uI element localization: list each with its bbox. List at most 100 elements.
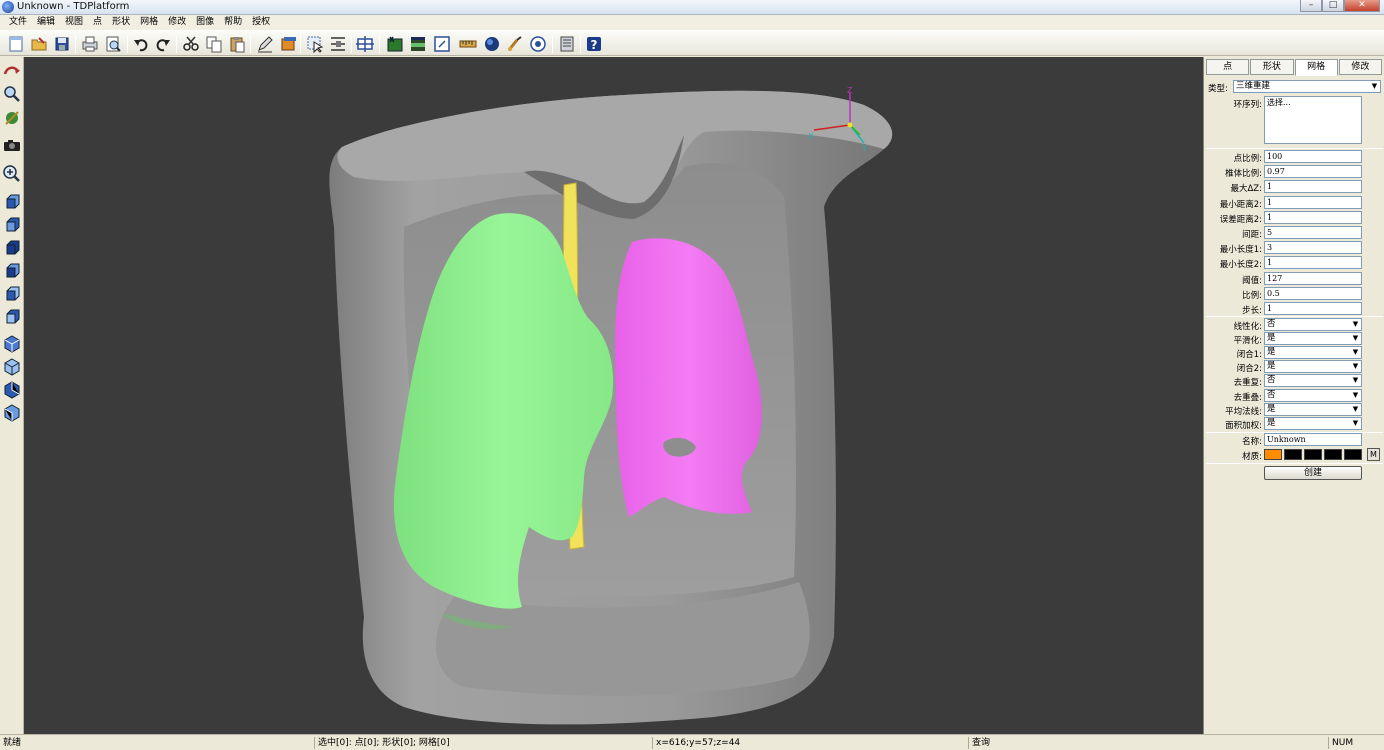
param-label: 最小长度2:	[1219, 260, 1262, 271]
minimize-button[interactable]: –	[1300, 0, 1322, 12]
save-icon[interactable]	[52, 34, 72, 54]
menu-mesh[interactable]: 网格	[135, 15, 163, 30]
param-input[interactable]: 0.97	[1264, 165, 1362, 179]
option-select[interactable]: 否 ▼	[1264, 318, 1362, 331]
param-input[interactable]: 1	[1264, 302, 1362, 315]
menu-modify[interactable]: 修改	[163, 15, 191, 30]
image-icon[interactable]	[385, 34, 405, 54]
tab-point[interactable]: 点	[1206, 59, 1250, 75]
cut-icon[interactable]	[181, 34, 201, 54]
title-bar: Unknown - TDPlatform – □ ✕	[0, 0, 1384, 15]
print-icon[interactable]	[80, 34, 100, 54]
fit-view-icon[interactable]	[355, 34, 375, 54]
help-icon[interactable]: ?	[584, 34, 604, 54]
menu-license[interactable]: 授权	[247, 15, 275, 30]
view-top-icon[interactable]	[2, 284, 22, 304]
material-swatch[interactable]	[1324, 449, 1342, 460]
option-select[interactable]: 是 ▼	[1264, 402, 1362, 416]
param-input[interactable]: 1	[1264, 195, 1362, 209]
pan-icon[interactable]	[2, 108, 22, 128]
iso-view-2-icon[interactable]	[2, 357, 22, 377]
camera-icon[interactable]	[2, 135, 22, 155]
sequence-label: 环序列:	[1233, 100, 1262, 110]
param-input[interactable]: 0.5	[1264, 286, 1362, 300]
menu-shape[interactable]: 形状	[107, 15, 135, 30]
material-picker-button[interactable]: M	[1367, 448, 1380, 461]
open-file-icon[interactable]	[29, 34, 49, 54]
zoom-icon[interactable]	[2, 84, 22, 104]
menu-image[interactable]: 图像	[191, 15, 219, 30]
redo-icon[interactable]	[153, 34, 173, 54]
iso-view-3-icon[interactable]	[2, 380, 22, 400]
material-swatch[interactable]	[1344, 449, 1362, 460]
param-input[interactable]: 100	[1264, 150, 1362, 163]
view-front-icon[interactable]	[2, 192, 22, 212]
copy-icon[interactable]	[204, 34, 224, 54]
sphere-icon[interactable]	[482, 34, 502, 54]
option-select[interactable]: 是 ▼	[1264, 332, 1362, 346]
maximize-button[interactable]: □	[1322, 0, 1344, 12]
frame-icon[interactable]	[432, 34, 452, 54]
param-input[interactable]: 3	[1264, 241, 1362, 255]
undo-icon[interactable]	[131, 34, 151, 54]
material-swatch[interactable]	[1284, 449, 1302, 460]
layers-icon[interactable]	[278, 34, 298, 54]
name-label: 名称:	[1242, 437, 1262, 447]
param-input[interactable]: 1	[1264, 210, 1362, 224]
grid-icon[interactable]	[408, 34, 428, 54]
option-select[interactable]: 否 ▼	[1264, 388, 1362, 402]
tab-modify[interactable]: 修改	[1338, 59, 1382, 75]
iso-view-1-icon[interactable]	[2, 334, 22, 354]
select-icon[interactable]	[305, 34, 325, 54]
option-select[interactable]: 是 ▼	[1264, 360, 1362, 374]
view-back-icon[interactable]	[2, 215, 22, 235]
view-bottom-icon[interactable]	[2, 307, 22, 327]
material-swatch[interactable]	[1264, 449, 1282, 460]
ruler-icon[interactable]	[458, 34, 478, 54]
magnify-icon[interactable]	[2, 164, 22, 184]
name-input[interactable]: Unknown	[1264, 433, 1362, 446]
chevron-down-icon: ▼	[1350, 333, 1361, 345]
axis-x-label: X	[808, 132, 814, 141]
close-button[interactable]: ✕	[1344, 0, 1380, 12]
tab-mesh[interactable]: 网格	[1294, 59, 1338, 76]
param-label: 步长:	[1242, 306, 1262, 316]
view-right-icon[interactable]	[2, 261, 22, 281]
pencil-icon[interactable]	[255, 34, 275, 54]
view-left-icon[interactable]	[2, 238, 22, 258]
material-swatch[interactable]	[1304, 449, 1322, 460]
option-row: 闭合1: 是 ▼	[1204, 346, 1384, 360]
print-preview-icon[interactable]	[103, 34, 123, 54]
param-row: 最小距离2: 1	[1204, 195, 1384, 210]
sequence-list[interactable]: 选择...	[1264, 96, 1362, 144]
settings-icon[interactable]	[528, 34, 548, 54]
option-select[interactable]: 否 ▼	[1264, 374, 1362, 388]
menu-file[interactable]: 文件	[4, 15, 32, 30]
create-button[interactable]: 创建	[1264, 466, 1362, 480]
param-label: 误差距离2:	[1219, 214, 1262, 225]
param-input[interactable]: 1	[1264, 180, 1362, 194]
param-input[interactable]: 1	[1264, 256, 1362, 270]
param-input[interactable]: 127	[1264, 271, 1362, 285]
iso-view-4-icon[interactable]	[2, 403, 22, 423]
type-select[interactable]: 三维重建 ▼	[1233, 80, 1381, 93]
toolbar-separator	[379, 35, 380, 53]
3d-viewport[interactable]: Z X Y	[24, 57, 1203, 734]
measure-icon[interactable]	[328, 34, 348, 54]
option-select[interactable]: 是 ▼	[1264, 346, 1362, 360]
menu-edit[interactable]: 编辑	[32, 15, 60, 30]
menu-view[interactable]: 视图	[60, 15, 88, 30]
param-input[interactable]: 5	[1264, 226, 1362, 239]
brush-icon[interactable]	[505, 34, 525, 54]
toolbar-separator	[552, 35, 553, 53]
menu-help[interactable]: 帮助	[219, 15, 247, 30]
new-file-icon[interactable]	[6, 34, 26, 54]
toolbar-separator	[127, 35, 128, 53]
scene-canvas[interactable]: Z X Y	[24, 57, 1203, 734]
option-select[interactable]: 是 ▼	[1264, 416, 1362, 430]
menu-point[interactable]: 点	[88, 15, 107, 30]
data-icon[interactable]	[557, 34, 577, 54]
rotate-icon[interactable]	[2, 62, 22, 82]
paste-icon[interactable]	[227, 34, 247, 54]
tab-shape[interactable]: 形状	[1250, 59, 1294, 75]
